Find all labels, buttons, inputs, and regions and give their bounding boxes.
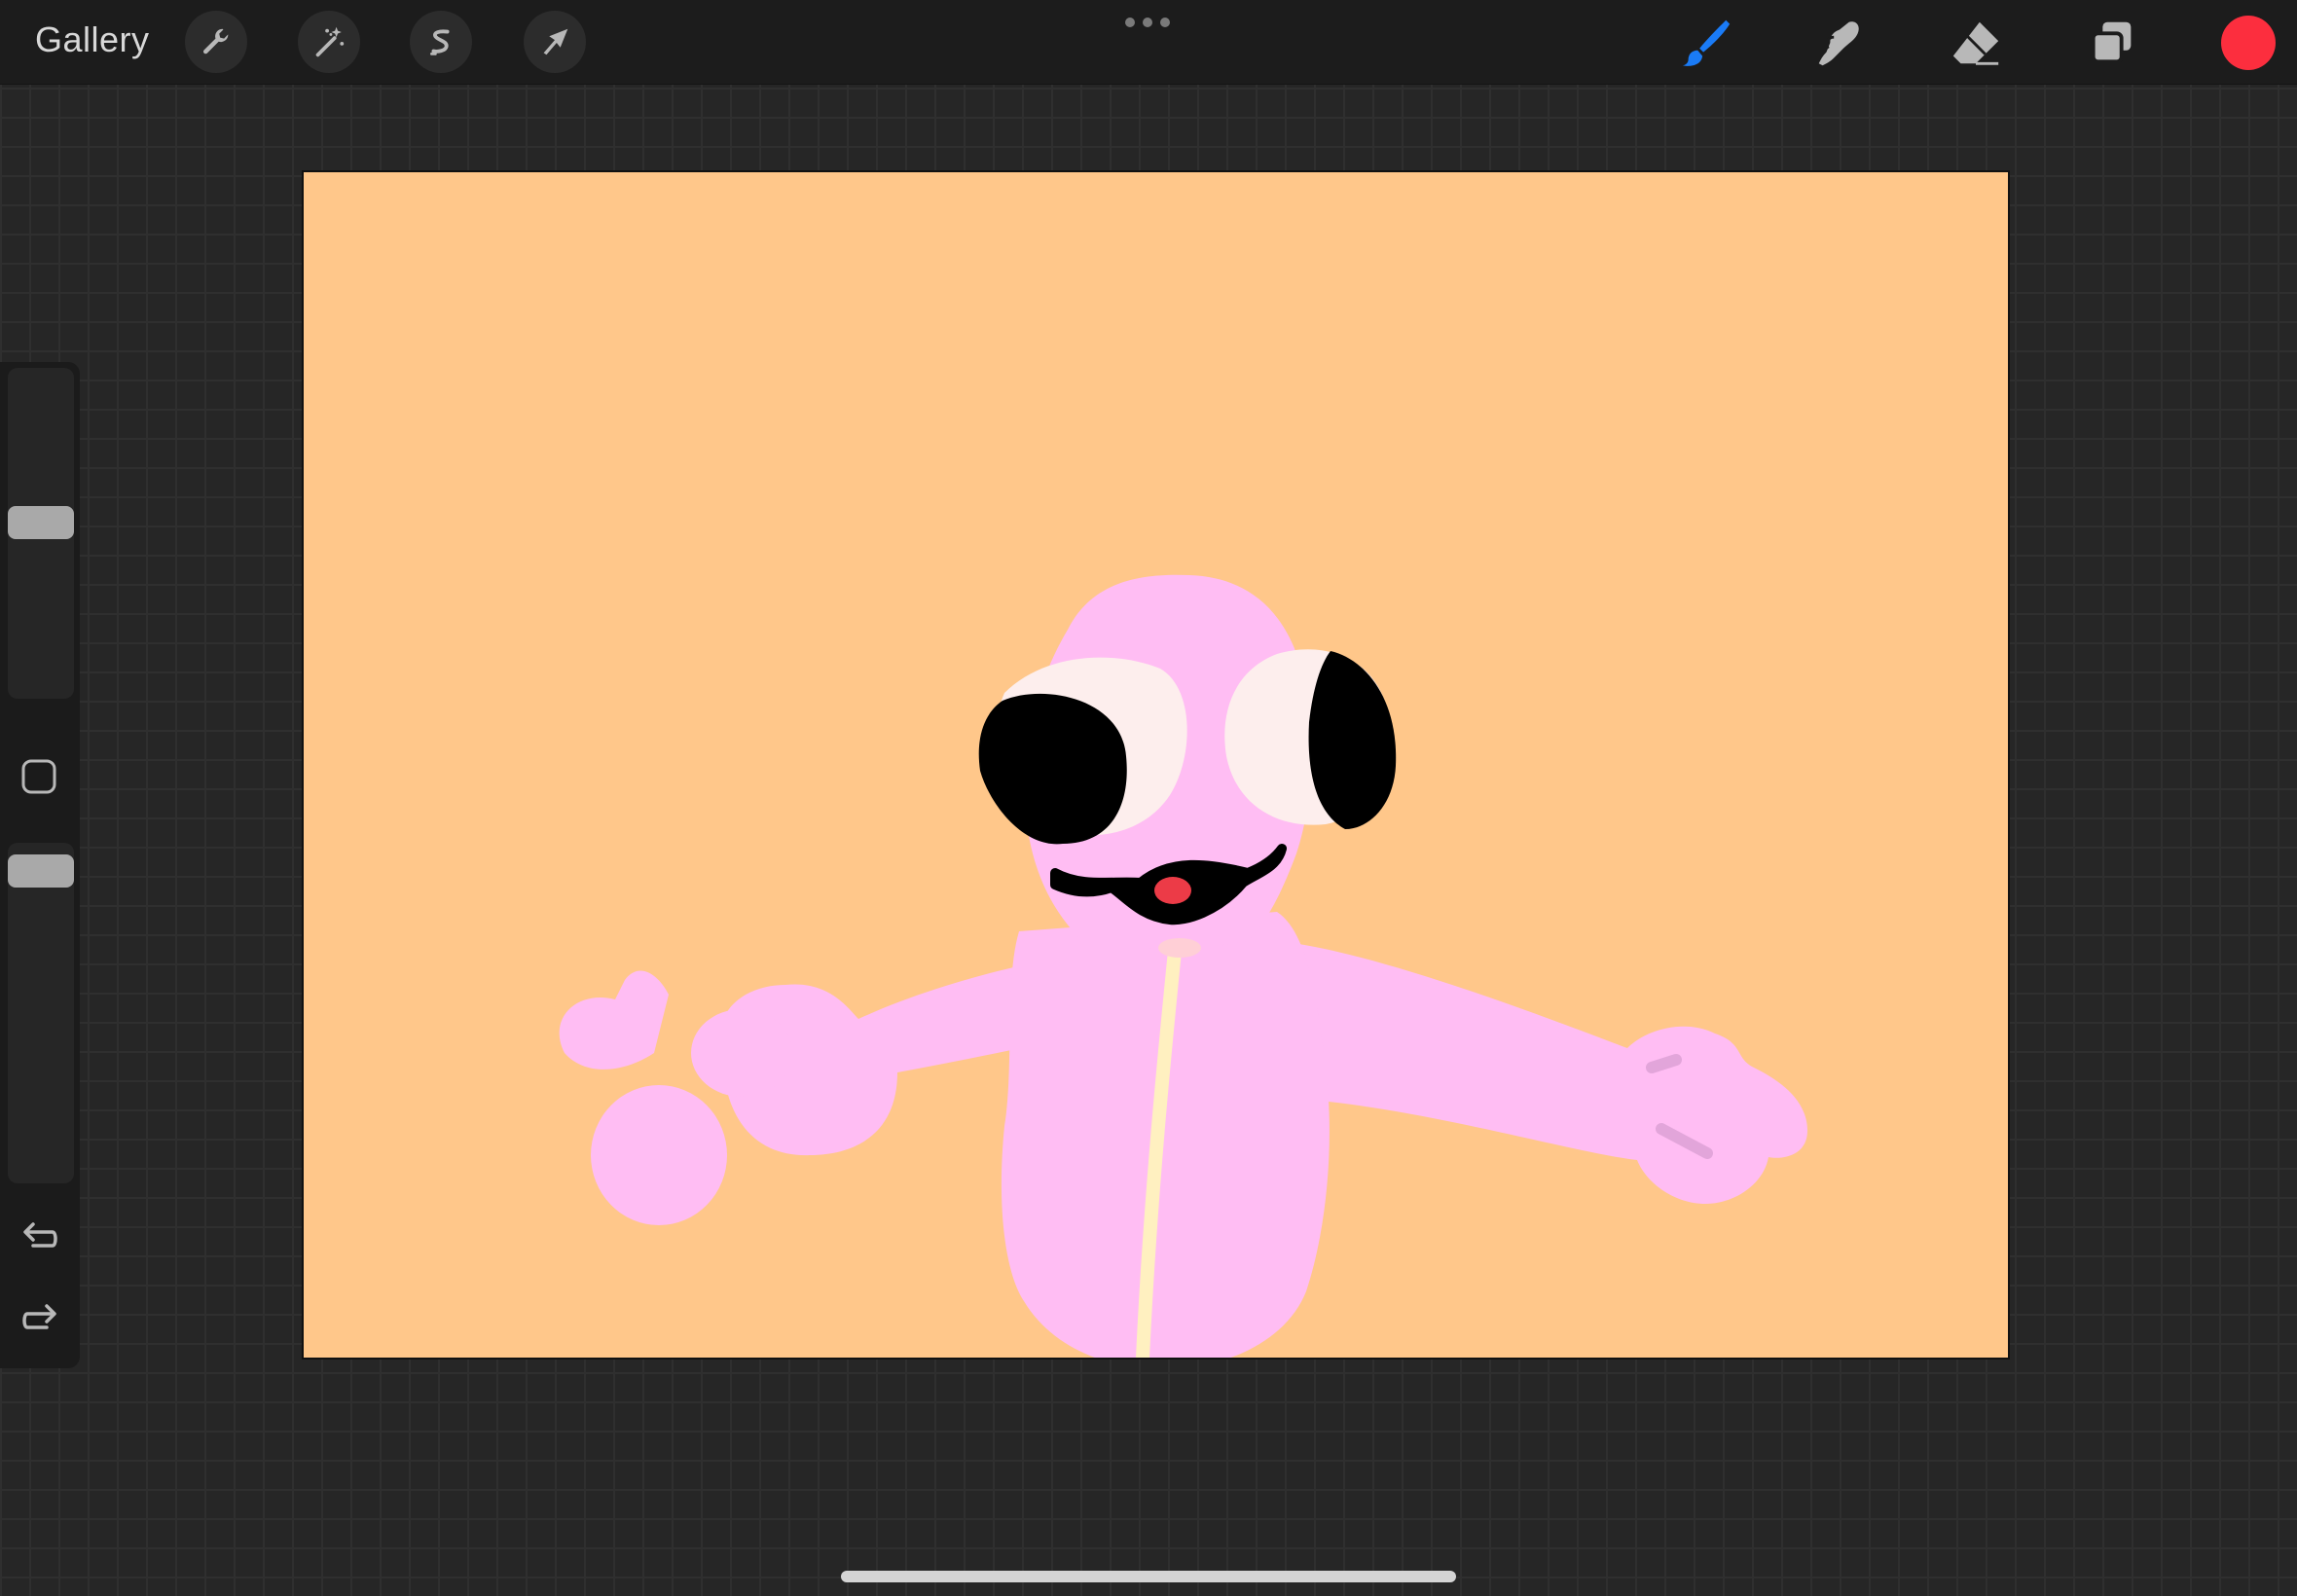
gallery-button[interactable]: Gallery (35, 19, 150, 60)
color-picker-button[interactable] (2221, 16, 2276, 70)
eraser-icon (1952, 21, 1999, 65)
right-pupil (1308, 651, 1397, 829)
undo-icon[interactable] (18, 1215, 62, 1259)
layers-icon (2091, 21, 2132, 64)
artwork (559, 574, 1807, 1358)
finger-line (1646, 1054, 1682, 1073)
actions-button[interactable] (185, 11, 247, 73)
dot (1125, 18, 1135, 27)
left-pupil (978, 693, 1127, 845)
redo-icon[interactable] (18, 1296, 62, 1341)
opacity-thumb[interactable] (8, 854, 74, 888)
arrow-cursor-icon (543, 28, 568, 55)
selection-s-icon (430, 29, 450, 55)
opacity-slider[interactable] (8, 843, 74, 1183)
zipper-pull (1158, 938, 1201, 958)
procreate-app: Gallery (0, 0, 2297, 1596)
brush-size-slider[interactable] (8, 368, 74, 699)
top-toolbar: Gallery (0, 0, 2297, 85)
drawing-canvas[interactable] (304, 172, 2008, 1358)
brush-tool-button[interactable] (1674, 14, 1736, 72)
transform-button[interactable] (524, 11, 586, 73)
dot (1160, 18, 1170, 27)
smudge-tool-button[interactable] (1808, 14, 1871, 72)
tongue (1154, 877, 1191, 904)
right-arm (1277, 941, 1807, 1204)
smudge-finger-icon (1818, 21, 1859, 66)
more-dots-icon[interactable] (1125, 18, 1170, 29)
left-palm (591, 1085, 727, 1225)
selection-button[interactable] (410, 11, 472, 73)
magic-wand-icon (315, 26, 345, 57)
dot (1143, 18, 1152, 27)
brush-icon (1682, 19, 1731, 66)
layers-tool-button[interactable] (2081, 14, 2143, 72)
eraser-tool-button[interactable] (1945, 14, 2007, 72)
wrench-icon (202, 28, 229, 54)
left-hand (691, 1009, 792, 1097)
square-modifier-icon[interactable] (19, 757, 58, 796)
left-sidebar (0, 362, 80, 1368)
home-indicator[interactable] (841, 1571, 1456, 1582)
adjustments-button[interactable] (298, 11, 360, 73)
left-fingers (559, 970, 669, 1070)
brush-size-thumb[interactable] (8, 506, 74, 539)
